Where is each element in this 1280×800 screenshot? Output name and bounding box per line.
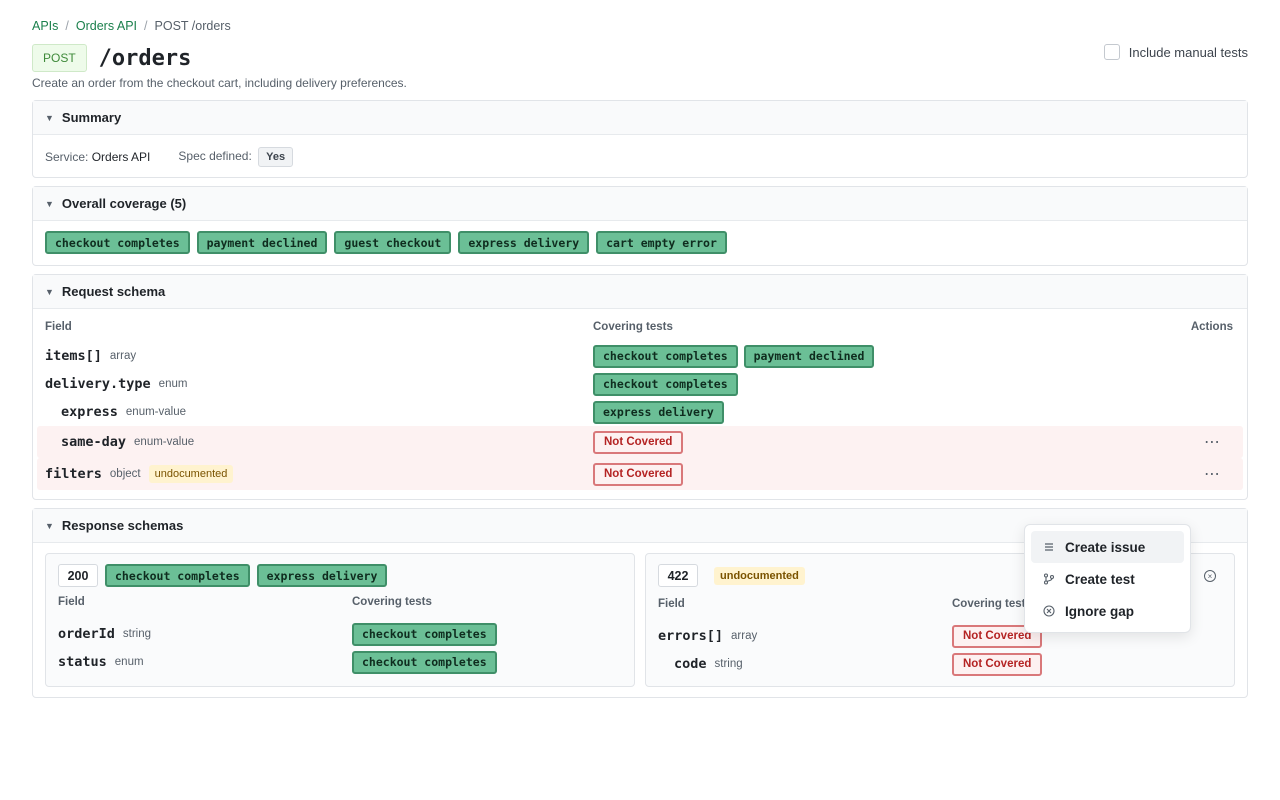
- breadcrumb-separator: /: [144, 19, 148, 33]
- column-header-field: Field: [45, 321, 72, 333]
- test-tag[interactable]: cart empty error: [596, 231, 727, 254]
- field-type: enum-value: [134, 436, 195, 448]
- column-header-tests: Covering tests: [952, 598, 1032, 610]
- service-label: Service:: [45, 150, 89, 164]
- test-tag[interactable]: express delivery: [256, 564, 388, 587]
- not-covered-badge: Not Covered: [593, 462, 684, 486]
- field-name: items[]: [45, 348, 102, 364]
- menu-item-label: Create test: [1065, 571, 1135, 587]
- field-name: delivery.type: [45, 376, 151, 392]
- endpoint-description: Create an order from the checkout cart, …: [32, 76, 407, 90]
- not-covered-badge: Not Covered: [952, 652, 1043, 676]
- undocumented-badge: undocumented: [714, 566, 805, 585]
- test-tag[interactable]: checkout completes: [105, 564, 250, 587]
- summary-panel: ▼ Summary Service: Orders API Spec defin…: [32, 100, 1248, 178]
- more-actions-icon[interactable]: ⋯: [1204, 464, 1221, 484]
- include-manual-tests-toggle[interactable]: Include manual tests: [1103, 44, 1248, 60]
- field-type: object: [109, 468, 141, 480]
- page-title: /orders: [98, 45, 192, 71]
- test-tag[interactable]: express delivery: [458, 231, 590, 254]
- list-icon: [1043, 541, 1055, 553]
- include-manual-tests-checkbox[interactable]: [1103, 44, 1120, 60]
- test-tag[interactable]: checkout completes: [593, 372, 738, 396]
- field-name: errors[]: [658, 628, 724, 644]
- undocumented-badge: undocumented: [148, 465, 234, 483]
- chevron-down-icon: ▼: [45, 286, 54, 297]
- test-tag[interactable]: checkout completes: [352, 622, 497, 646]
- breadcrumb-current: POST /orders: [154, 19, 231, 33]
- field-name: status: [58, 654, 107, 670]
- status-code-badge: 200: [58, 564, 98, 587]
- test-tag[interactable]: express delivery: [593, 400, 724, 424]
- column-header-field: Field: [658, 598, 685, 610]
- include-manual-tests-label: Include manual tests: [1128, 44, 1248, 60]
- not-covered-badge: Not Covered: [593, 430, 684, 454]
- breadcrumb-separator: /: [65, 19, 69, 33]
- test-tag[interactable]: checkout completes: [593, 344, 738, 368]
- summary-title: Summary: [61, 110, 122, 125]
- field-type: enum: [158, 378, 188, 390]
- column-header-field: Field: [58, 596, 85, 608]
- menu-item-label: Ignore gap: [1065, 603, 1135, 619]
- coverage-title: Overall coverage (5): [61, 196, 187, 211]
- spec-label: Spec defined:: [178, 149, 252, 163]
- column-header-tests: Covering tests: [352, 596, 432, 608]
- menu-item-create-test[interactable]: Create test: [1031, 563, 1184, 595]
- service-info: Service: Orders API: [45, 150, 150, 164]
- field-type: enum-value: [125, 406, 186, 418]
- method-badge: POST: [32, 44, 87, 72]
- coverage-tags: checkout completes payment declined gues…: [33, 221, 1247, 264]
- table-row: items[] array checkout completes payment …: [37, 342, 1243, 370]
- response-card-200: 200 checkout completes express delivery …: [45, 553, 635, 687]
- menu-item-label: Create issue: [1065, 539, 1146, 555]
- field-type: string: [122, 628, 152, 640]
- field-name: orderId: [58, 626, 115, 642]
- field-type: array: [731, 630, 758, 642]
- chevron-down-icon: ▼: [45, 198, 54, 209]
- test-tag[interactable]: payment declined: [743, 344, 875, 368]
- menu-item-create-issue[interactable]: Create issue: [1031, 531, 1184, 563]
- coverage-toggle[interactable]: ▼ Overall coverage (5): [33, 187, 1247, 221]
- request-schema-toggle[interactable]: ▼ Request schema: [33, 275, 1247, 309]
- field-type: array: [109, 350, 137, 362]
- breadcrumb-apis[interactable]: APIs: [32, 19, 58, 33]
- close-circle-icon[interactable]: ×: [1204, 570, 1216, 582]
- field-name: same-day: [61, 434, 127, 450]
- table-row: express enum-value express delivery: [37, 398, 1243, 426]
- spec-info: Spec defined: Yes: [178, 147, 294, 167]
- more-actions-icon[interactable]: ⋯: [1204, 432, 1221, 452]
- request-schema-panel: ▼ Request schema Field Covering tests Ac…: [32, 274, 1248, 500]
- table-row-gap: same-day enum-value Not Covered ⋯: [37, 426, 1243, 458]
- spec-defined-badge: Yes: [258, 147, 294, 167]
- chevron-down-icon: ▼: [45, 112, 54, 123]
- field-name: express: [61, 404, 118, 420]
- test-tag[interactable]: checkout completes: [45, 231, 190, 254]
- menu-item-ignore-gap[interactable]: Ignore gap: [1031, 595, 1184, 627]
- breadcrumb-orders-api[interactable]: Orders API: [76, 19, 137, 33]
- test-tag[interactable]: guest checkout: [334, 231, 452, 254]
- request-schema-title: Request schema: [61, 284, 166, 299]
- test-tag[interactable]: payment declined: [196, 231, 328, 254]
- chevron-down-icon: ▼: [45, 520, 54, 531]
- coverage-panel: ▼ Overall coverage (5) checkout complete…: [32, 186, 1248, 266]
- field-name: filters: [45, 466, 102, 482]
- branch-icon: [1043, 573, 1055, 585]
- table-row: delivery.type enum checkout completes: [37, 370, 1243, 398]
- test-tag[interactable]: checkout completes: [352, 650, 497, 674]
- field-type: string: [714, 658, 743, 670]
- breadcrumb: APIs / Orders API / POST /orders: [32, 19, 231, 33]
- column-header-actions: Actions: [1190, 321, 1233, 333]
- field-name: code: [674, 656, 707, 672]
- endpoint-header: POST /orders: [32, 44, 191, 72]
- summary-toggle[interactable]: ▼ Summary: [33, 101, 1247, 135]
- response-schemas-title: Response schemas: [61, 518, 184, 533]
- gap-actions-menu: Create issue Create test Ignore gap: [1024, 524, 1191, 633]
- table-row-gap: filters object undocumented Not Covered ⋯: [37, 458, 1243, 490]
- circle-x-icon: [1043, 605, 1055, 617]
- field-type: enum: [114, 656, 144, 668]
- status-code-badge: 422: [658, 564, 698, 587]
- column-header-tests: Covering tests: [593, 321, 673, 333]
- service-value: Orders API: [91, 150, 151, 164]
